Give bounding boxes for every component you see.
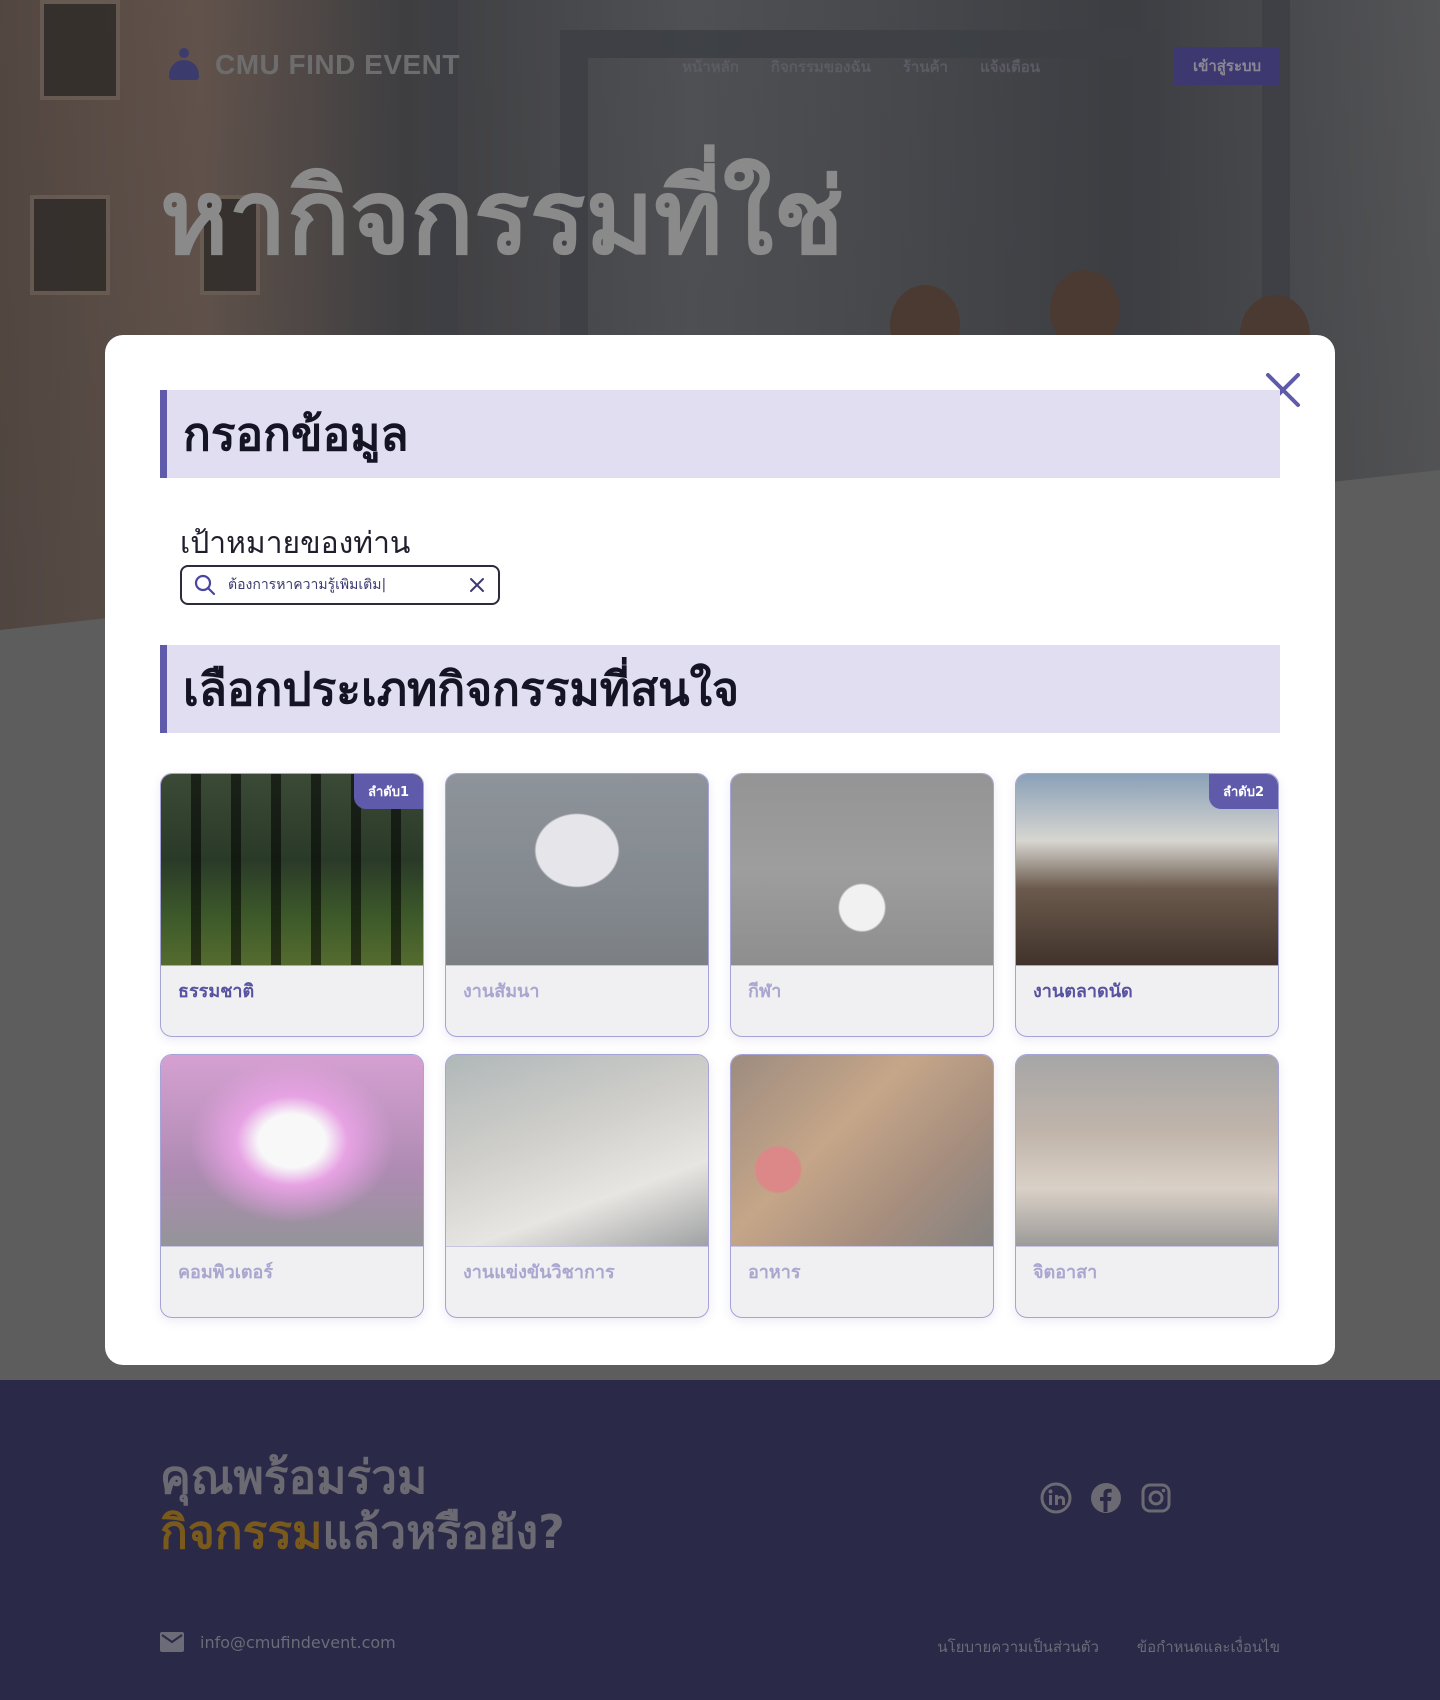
clear-icon[interactable] xyxy=(468,576,486,594)
category-section-title: เลือกประเภทกิจกรรมที่สนใจ xyxy=(183,661,740,716)
privacy-policy-link[interactable]: นโยบายความเป็นส่วนตัว xyxy=(937,1635,1099,1659)
category-label: จิตอาสา xyxy=(1033,1262,1098,1283)
rank-badge: ลำดับ1 xyxy=(353,774,423,809)
footer-links: นโยบายความเป็นส่วนตัว ข้อกำหนดและเงื่อนไ… xyxy=(937,1635,1280,1659)
footer-email[interactable]: info@cmufindevent.com xyxy=(160,1632,396,1652)
category-card-food[interactable]: อาหาร xyxy=(730,1054,994,1318)
goal-label: เป้าหมายของท่าน xyxy=(180,526,411,561)
category-card-volunteer[interactable]: จิตอาสา xyxy=(1015,1054,1279,1318)
category-card-seminar[interactable]: งานสัมนา xyxy=(445,773,709,1037)
footer: คุณพร้อมร่วม กิจกรรมแล้วหรือยัง? info@cm… xyxy=(0,1380,1440,1700)
footer-title: คุณพร้อมร่วม กิจกรรมแล้วหรือยัง? xyxy=(160,1450,565,1560)
facebook-icon[interactable] xyxy=(1090,1482,1122,1514)
nav-links: หน้าหลัก กิจกรรมของฉัน ร้านค้า แจ้งเตือน xyxy=(682,55,1040,79)
nav-link-my-events[interactable]: กิจกรรมของฉัน xyxy=(771,55,871,79)
info-section-header: กรอกข้อมูล xyxy=(160,390,1280,478)
logo-text: CMU FIND EVENT xyxy=(215,49,460,80)
study-photo xyxy=(446,1055,708,1247)
terms-link[interactable]: ข้อกำหนดและเงื่อนไข xyxy=(1137,1635,1280,1659)
footer-title-line2: กิจกรรมแล้วหรือยัง? xyxy=(160,1505,565,1560)
food-photo xyxy=(731,1055,993,1247)
goal-search-field[interactable] xyxy=(180,565,500,605)
footer-title-rest: แล้วหรือยัง? xyxy=(322,1505,565,1560)
footer-title-accent: กิจกรรม xyxy=(160,1505,323,1560)
instagram-icon[interactable] xyxy=(1140,1482,1172,1514)
category-card-academic[interactable]: งานแข่งขันวิชาการ xyxy=(445,1054,709,1318)
category-label: งานแข่งขันวิชาการ xyxy=(463,1262,615,1283)
footer-title-line1: คุณพร้อมร่วม xyxy=(160,1450,428,1504)
logo-icon xyxy=(165,46,203,84)
social-links xyxy=(1040,1482,1172,1514)
volunteer-photo xyxy=(1016,1055,1278,1247)
category-label: งานตลาดนัด xyxy=(1033,981,1133,1002)
category-label: ธรรมชาติ xyxy=(178,981,255,1002)
preferences-modal: กรอกข้อมูล เป้าหมายของท่าน เลือกประเภทกิ… xyxy=(105,335,1335,1365)
hero-title: หากิจกรรมที่ใช่ xyxy=(160,156,845,278)
category-label: กีฬา xyxy=(748,981,782,1002)
rank-badge: ลำดับ2 xyxy=(1208,774,1278,809)
mail-icon xyxy=(160,1632,184,1652)
top-navigation: CMU FIND EVENT หน้าหลัก กิจกรรมของฉัน ร้… xyxy=(0,0,1440,130)
info-section-title: กรอกข้อมูล xyxy=(183,406,409,461)
search-icon xyxy=(194,574,216,596)
seminar-photo xyxy=(446,774,708,966)
linkedin-icon[interactable] xyxy=(1040,1482,1072,1514)
category-card-sport[interactable]: กีฬา xyxy=(730,773,994,1037)
login-button[interactable]: เข้าสู่ระบบ xyxy=(1174,47,1280,85)
nav-link-notifications[interactable]: แจ้งเตือน xyxy=(980,55,1040,79)
hero-window-shape xyxy=(30,195,110,295)
nav-link-home[interactable]: หน้าหลัก xyxy=(682,55,739,79)
sport-photo xyxy=(731,774,993,966)
category-label: อาหาร xyxy=(748,1262,801,1283)
category-label: คอมพิวเตอร์ xyxy=(178,1262,274,1283)
goal-input[interactable] xyxy=(228,577,456,593)
category-grid: ธรรมชาติ ลำดับ1 งานสัมนา กีฬา งานตลาดนัด… xyxy=(160,773,1282,1318)
category-label: งานสัมนา xyxy=(463,981,540,1002)
category-card-market[interactable]: งานตลาดนัด ลำดับ2 xyxy=(1015,773,1279,1037)
site-logo[interactable]: CMU FIND EVENT xyxy=(165,46,460,84)
footer-email-text: info@cmufindevent.com xyxy=(200,1632,396,1652)
category-card-nature[interactable]: ธรรมชาติ ลำดับ1 xyxy=(160,773,424,1037)
category-card-computer[interactable]: คอมพิวเตอร์ xyxy=(160,1054,424,1318)
category-section-header: เลือกประเภทกิจกรรมที่สนใจ xyxy=(160,645,1280,733)
computer-photo xyxy=(161,1055,423,1247)
nav-link-shop[interactable]: ร้านค้า xyxy=(903,55,948,79)
